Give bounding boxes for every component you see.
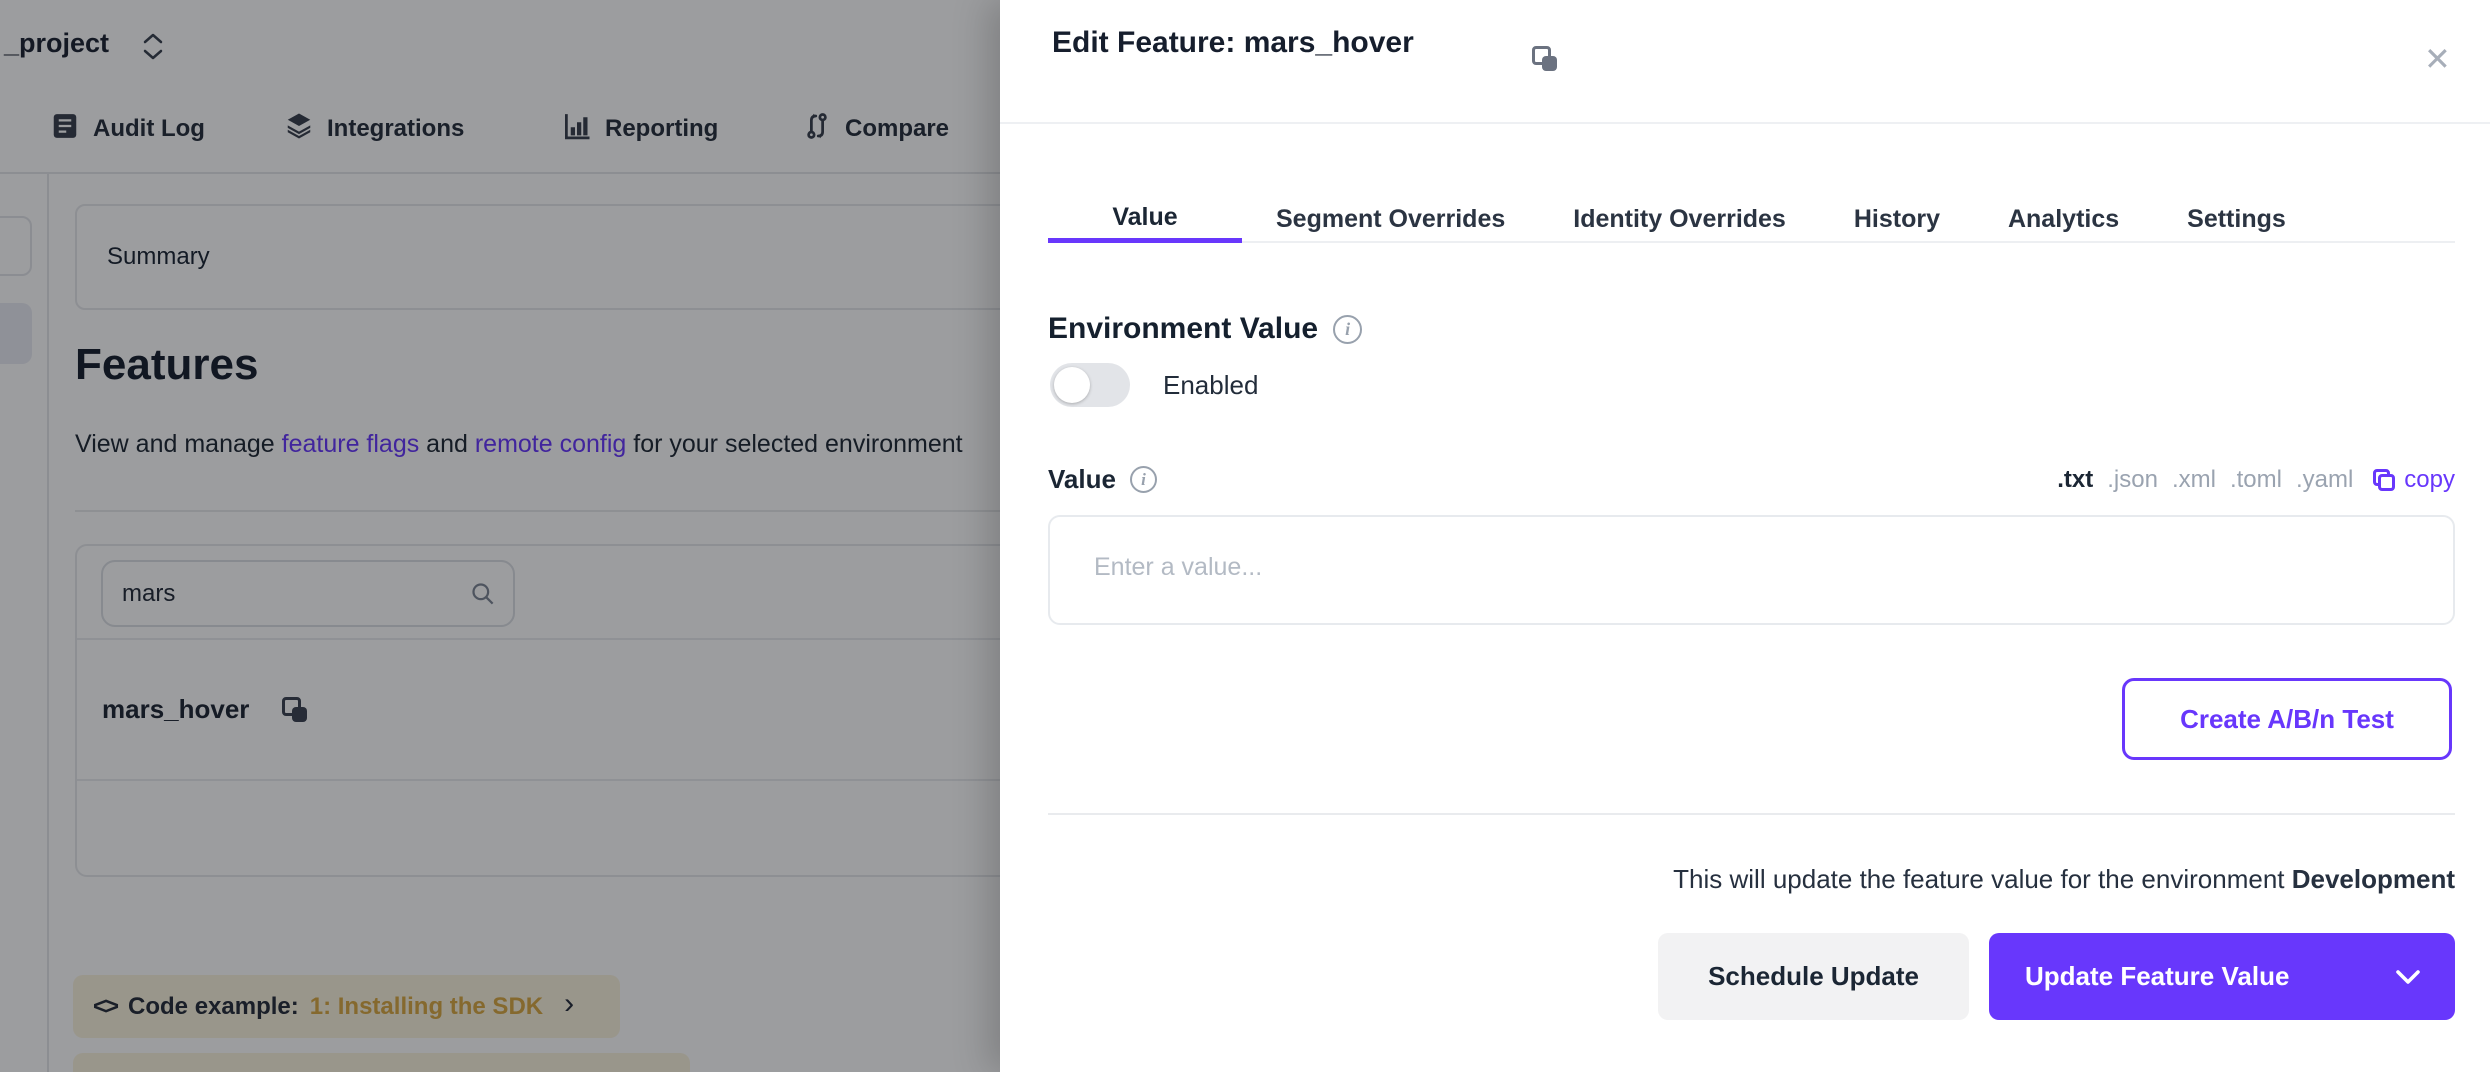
format-yaml[interactable]: .yaml <box>2296 466 2353 494</box>
tab-settings[interactable]: Settings <box>2153 196 2320 243</box>
format-json[interactable]: .json <box>2107 466 2158 494</box>
close-icon[interactable]: ✕ <box>2424 40 2451 78</box>
format-toml[interactable]: .toml <box>2230 466 2282 494</box>
environment-name: Development <box>2292 864 2455 894</box>
format-txt[interactable]: .txt <box>2057 466 2093 494</box>
tab-segment-overrides[interactable]: Segment Overrides <box>1242 196 1539 243</box>
enabled-toggle[interactable] <box>1050 363 1130 407</box>
create-abn-test-button[interactable]: Create A/B/n Test <box>2122 678 2452 760</box>
panel-tabs: Value Segment Overrides Identity Overrid… <box>1048 196 2455 243</box>
panel-title: Edit Feature: mars_hover <box>1052 26 1414 60</box>
modal-backdrop[interactable] <box>0 0 1000 1072</box>
enabled-toggle-row: Enabled <box>1050 363 1258 407</box>
copy-feature-name-icon[interactable] <box>1532 46 1557 71</box>
format-xml[interactable]: .xml <box>2172 466 2216 494</box>
info-icon[interactable]: i <box>1333 315 1362 344</box>
tab-analytics[interactable]: Analytics <box>1974 196 2153 243</box>
update-notice: This will update the feature value for t… <box>1673 864 2455 895</box>
value-input[interactable] <box>1048 515 2455 625</box>
header-divider <box>1000 122 2490 124</box>
value-label: Value <box>1048 464 1116 495</box>
chevron-down-icon <box>2395 969 2421 985</box>
value-label-row: Value i <box>1048 464 1157 495</box>
update-feature-value-button[interactable]: Update Feature Value <box>1989 933 2455 1020</box>
environment-value-heading: Environment Value i <box>1048 312 1362 346</box>
schedule-update-button[interactable]: Schedule Update <box>1658 933 1969 1020</box>
app-screen: _project Audit Log Integrations Reportin… <box>0 0 2490 1072</box>
info-icon[interactable]: i <box>1130 466 1157 493</box>
copy-icon <box>2373 469 2395 491</box>
tab-identity-overrides[interactable]: Identity Overrides <box>1539 196 1820 243</box>
toggle-label: Enabled <box>1163 370 1258 401</box>
copy-label: copy <box>2404 466 2455 494</box>
copy-value-link[interactable]: copy <box>2373 466 2455 494</box>
tab-value[interactable]: Value <box>1048 196 1242 243</box>
update-button-label: Update Feature Value <box>2025 961 2289 992</box>
footer-buttons: Schedule Update Update Feature Value <box>1658 933 2455 1020</box>
edit-feature-panel: Edit Feature: mars_hover ✕ Value Segment… <box>1000 0 2490 1072</box>
footer-divider <box>1048 813 2455 815</box>
value-format-switcher: .txt .json .xml .toml .yaml copy <box>2057 466 2455 494</box>
section-title: Environment Value <box>1048 312 1318 346</box>
notice-text: This will update the feature value for t… <box>1673 864 2292 894</box>
tab-history[interactable]: History <box>1820 196 1974 243</box>
